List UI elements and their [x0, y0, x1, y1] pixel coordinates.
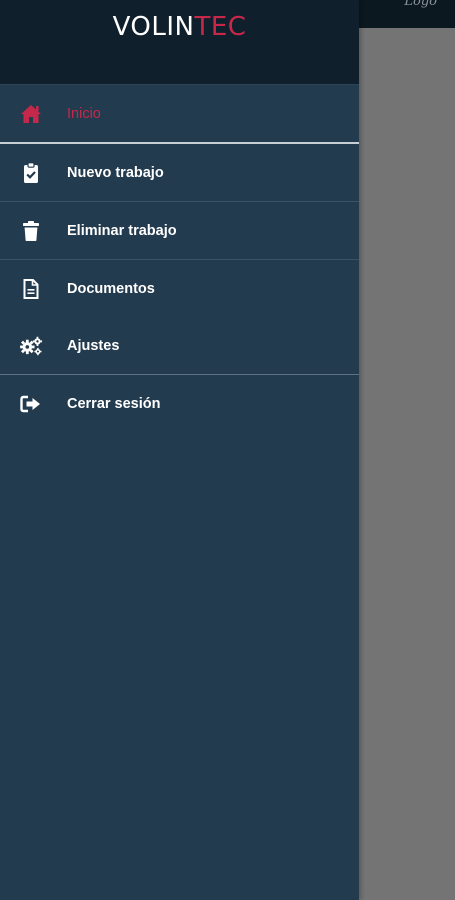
menu-item-inicio[interactable]: Inicio	[0, 85, 359, 144]
sign-out-icon	[19, 392, 43, 416]
brand-part-1: VOLIN	[112, 12, 195, 42]
menu-item-cerrar-sesion[interactable]: Cerrar sesión	[0, 375, 359, 432]
menu-item-label: Cerrar sesión	[67, 395, 161, 412]
app-topbar-text: Logo	[404, 0, 437, 9]
drawer-header: VOLINTEC	[0, 0, 359, 85]
menu-item-eliminar-trabajo[interactable]: Eliminar trabajo	[0, 202, 359, 260]
drawer-menu: Inicio Nuevo trabajo Eliminar trabajo Do…	[0, 85, 359, 432]
menu-item-ajustes[interactable]: Ajustes	[0, 317, 359, 375]
cogs-icon	[19, 334, 43, 358]
menu-item-label: Nuevo trabajo	[67, 164, 164, 181]
clipboard-check-icon	[19, 161, 43, 185]
trash-icon	[19, 219, 43, 243]
brand-logo: VOLINTEC	[0, 12, 359, 42]
menu-item-nuevo-trabajo[interactable]: Nuevo trabajo	[0, 144, 359, 202]
menu-item-label: Eliminar trabajo	[67, 222, 177, 239]
document-icon	[19, 277, 43, 301]
menu-item-documentos[interactable]: Documentos	[0, 260, 359, 317]
brand-part-2: TEC	[194, 12, 247, 42]
menu-item-label: Documentos	[67, 280, 155, 297]
menu-item-label: Inicio	[67, 105, 101, 122]
home-icon	[19, 102, 43, 126]
menu-item-label: Ajustes	[67, 337, 120, 354]
navigation-drawer: VOLINTEC Inicio Nuevo trabajo Eliminar t…	[0, 0, 359, 900]
